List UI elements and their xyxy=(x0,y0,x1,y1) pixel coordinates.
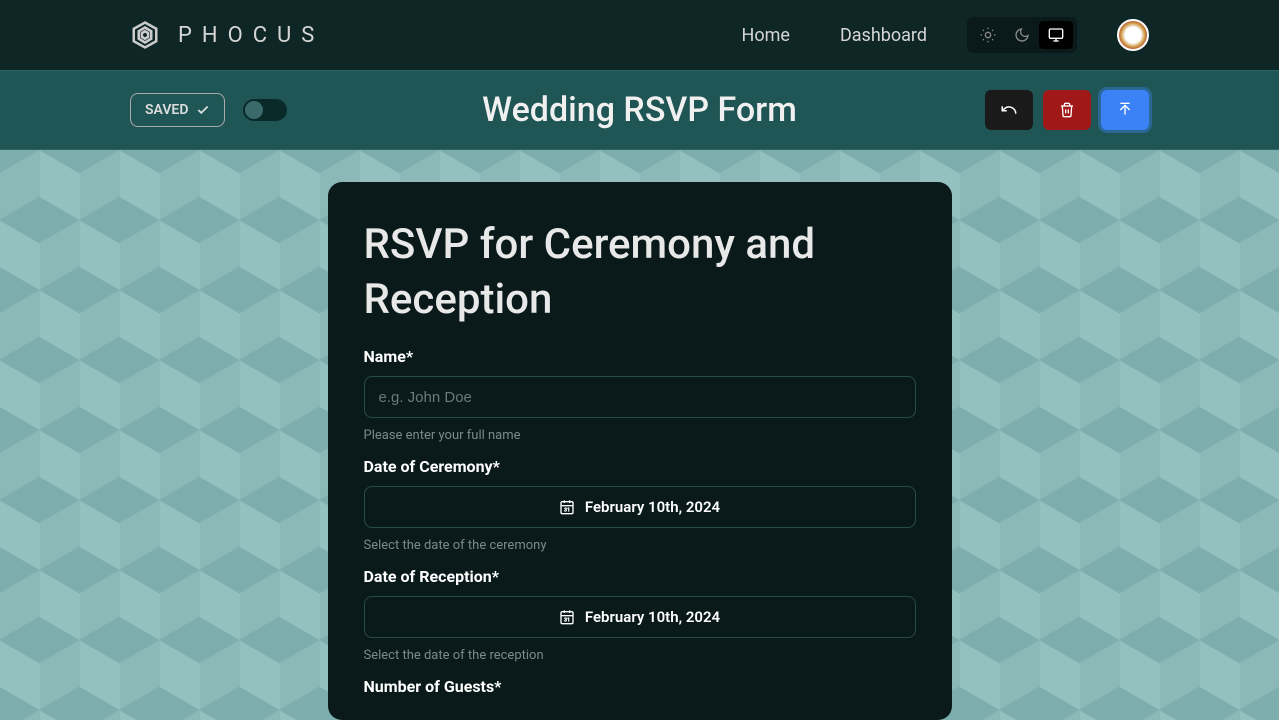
theme-light-button[interactable] xyxy=(971,21,1005,49)
reception-help: Select the date of the reception xyxy=(364,648,916,663)
trash-icon xyxy=(1059,102,1075,118)
publish-toggle[interactable] xyxy=(243,99,287,121)
reception-date-value: February 10th, 2024 xyxy=(585,608,720,626)
theme-system-button[interactable] xyxy=(1039,21,1073,49)
ceremony-help: Select the date of the ceremony xyxy=(364,538,916,553)
toggle-knob xyxy=(245,101,263,119)
saved-label: SAVED xyxy=(145,102,188,118)
name-help: Please enter your full name xyxy=(364,428,916,443)
ceremony-date-picker[interactable]: 31 February 10th, 2024 xyxy=(364,486,916,528)
brand[interactable]: PHOCUS xyxy=(130,20,324,50)
theme-dark-button[interactable] xyxy=(1005,21,1039,49)
publish-button[interactable] xyxy=(1101,90,1149,130)
nav-home[interactable]: Home xyxy=(742,25,790,46)
name-label: Name* xyxy=(364,347,916,366)
brand-name: PHOCUS xyxy=(178,23,324,48)
theme-switcher xyxy=(967,17,1077,53)
svg-text:31: 31 xyxy=(564,508,570,514)
avatar[interactable] xyxy=(1117,19,1149,51)
delete-button[interactable] xyxy=(1043,90,1091,130)
sun-icon xyxy=(980,27,996,43)
reception-label: Date of Reception* xyxy=(364,567,916,586)
check-icon xyxy=(196,103,210,117)
guests-label: Number of Guests* xyxy=(364,677,916,696)
form-heading: RSVP for Ceremony and Reception xyxy=(364,218,916,327)
form-toolbar: SAVED Wedding RSVP Form xyxy=(0,70,1279,150)
form-card: RSVP for Ceremony and Reception Name* Pl… xyxy=(328,182,952,720)
undo-icon xyxy=(1000,101,1018,119)
svg-text:31: 31 xyxy=(564,618,570,624)
field-guests: Number of Guests* xyxy=(364,677,916,696)
ceremony-label: Date of Ceremony* xyxy=(364,457,916,476)
undo-button[interactable] xyxy=(985,90,1033,130)
top-navigation: PHOCUS Home Dashboard xyxy=(0,0,1279,70)
ceremony-date-value: February 10th, 2024 xyxy=(585,498,720,516)
content-area: RSVP for Ceremony and Reception Name* Pl… xyxy=(0,150,1279,720)
field-ceremony-date: Date of Ceremony* 31 February 10th, 2024… xyxy=(364,457,916,553)
form-title[interactable]: Wedding RSVP Form xyxy=(482,90,797,130)
moon-icon xyxy=(1014,27,1030,43)
calendar-icon: 31 xyxy=(559,499,575,515)
reception-date-picker[interactable]: 31 February 10th, 2024 xyxy=(364,596,916,638)
nav-dashboard[interactable]: Dashboard xyxy=(840,25,927,46)
field-reception-date: Date of Reception* 31 February 10th, 202… xyxy=(364,567,916,663)
name-input[interactable] xyxy=(364,376,916,418)
upload-icon xyxy=(1117,102,1133,118)
field-name: Name* Please enter your full name xyxy=(364,347,916,443)
calendar-icon: 31 xyxy=(559,609,575,625)
monitor-icon xyxy=(1048,27,1064,43)
saved-badge: SAVED xyxy=(130,93,225,127)
logo-icon xyxy=(130,20,160,50)
